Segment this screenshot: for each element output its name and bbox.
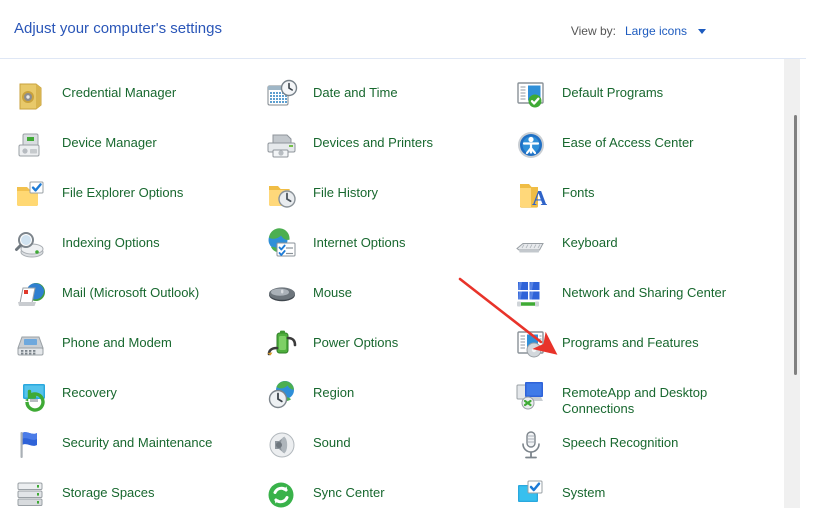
vertical-scrollbar[interactable] bbox=[784, 59, 800, 508]
cp-item-label: Mouse bbox=[313, 285, 353, 300]
default-programs-icon bbox=[514, 78, 548, 112]
cp-item-security-and-maintenance[interactable]: Security and Maintenance bbox=[14, 432, 264, 462]
cp-item-remoteapp-and-desktop-connections[interactable]: RemoteApp and Desktop Connections bbox=[514, 382, 764, 417]
cp-item-mouse[interactable]: Mouse bbox=[265, 284, 515, 312]
phone-and-modem-icon bbox=[14, 328, 48, 362]
security-flag-icon bbox=[14, 428, 48, 462]
cp-item-label: Ease of Access Center bbox=[562, 135, 694, 150]
view-by-label: View by: bbox=[570, 24, 616, 38]
svg-text:A: A bbox=[532, 186, 548, 210]
programs-and-features-icon bbox=[514, 328, 548, 362]
cp-item-label: System bbox=[562, 485, 606, 500]
cp-item-recovery[interactable]: Recovery bbox=[14, 384, 264, 412]
cp-item-label: Indexing Options bbox=[62, 235, 160, 250]
network-sharing-icon bbox=[514, 278, 548, 312]
cp-item-system[interactable]: System bbox=[514, 480, 764, 508]
mail-icon bbox=[14, 278, 48, 312]
indexing-options-icon bbox=[14, 228, 48, 262]
device-manager-icon bbox=[14, 128, 48, 162]
cp-item-label: Devices and Printers bbox=[313, 135, 433, 150]
chevron-down-icon[interactable] bbox=[698, 28, 706, 34]
mouse-icon bbox=[265, 278, 299, 312]
control-panel-item-grid: Credential Manager Device Manager File E… bbox=[0, 0, 800, 508]
cp-item-keyboard[interactable]: Keyboard bbox=[514, 234, 764, 262]
cp-item-file-explorer-options[interactable]: File Explorer Options bbox=[14, 181, 264, 212]
cp-item-ease-of-access-center[interactable]: Ease of Access Center bbox=[514, 132, 764, 162]
system-icon bbox=[514, 478, 548, 508]
region-icon bbox=[265, 378, 299, 412]
sound-icon bbox=[265, 428, 299, 462]
cp-item-network-and-sharing-center[interactable]: Network and Sharing Center bbox=[514, 282, 764, 312]
cp-item-programs-and-features[interactable]: Programs and Features bbox=[514, 331, 764, 362]
cp-item-label: Recovery bbox=[62, 385, 117, 400]
power-options-icon bbox=[265, 328, 299, 362]
cp-item-sound[interactable]: Sound bbox=[265, 432, 515, 462]
cp-item-indexing-options[interactable]: Indexing Options bbox=[14, 232, 264, 262]
cp-item-label: Internet Options bbox=[313, 235, 406, 250]
file-explorer-options-icon bbox=[14, 178, 48, 212]
remoteapp-icon bbox=[514, 378, 548, 412]
cp-item-device-manager[interactable]: Device Manager bbox=[14, 133, 264, 162]
keyboard-icon bbox=[514, 228, 548, 262]
fonts-icon: A bbox=[514, 178, 548, 212]
cp-item-label: Sync Center bbox=[313, 485, 385, 500]
page-header: Adjust your computer's settings View by:… bbox=[0, 0, 820, 58]
cp-item-label: Programs and Features bbox=[562, 335, 699, 350]
cp-item-label: File Explorer Options bbox=[62, 185, 184, 200]
cp-item-speech-recognition[interactable]: Speech Recognition bbox=[514, 431, 764, 462]
cp-item-storage-spaces[interactable]: Storage Spaces bbox=[14, 482, 264, 508]
cp-item-label: File History bbox=[313, 185, 379, 200]
cp-item-date-and-time[interactable]: Date and Time bbox=[265, 79, 515, 112]
cp-item-phone-and-modem[interactable]: Phone and Modem bbox=[14, 334, 264, 362]
devices-and-printers-icon bbox=[265, 128, 299, 162]
cp-item-devices-and-printers[interactable]: Devices and Printers bbox=[265, 134, 515, 162]
sync-center-icon bbox=[265, 478, 299, 508]
cp-item-label: Region bbox=[313, 385, 355, 400]
cp-item-label: Default Programs bbox=[562, 85, 664, 100]
control-panel-content: (Windows 7) Credential Manager Device Ma… bbox=[0, 0, 800, 508]
scrollbar-thumb[interactable] bbox=[794, 115, 797, 375]
cp-item-fonts[interactable]: A Fonts bbox=[514, 184, 764, 212]
ease-of-access-icon bbox=[514, 128, 548, 162]
header-separator bbox=[0, 58, 806, 59]
cp-item-credential-manager[interactable]: Credential Manager bbox=[14, 83, 264, 112]
cp-item-label: Network and Sharing Center bbox=[562, 285, 727, 300]
internet-options-icon bbox=[265, 228, 299, 262]
cp-item-sync-center[interactable]: Sync Center bbox=[265, 482, 515, 508]
cp-item-label: Speech Recognition bbox=[562, 435, 679, 450]
cp-item-label: Security and Maintenance bbox=[62, 435, 213, 450]
cp-item-label: Power Options bbox=[313, 335, 399, 350]
cp-item-label: Date and Time bbox=[313, 85, 398, 100]
cp-item-label: Sound bbox=[313, 435, 351, 450]
date-and-time-icon bbox=[265, 78, 299, 112]
credential-manager-icon bbox=[14, 78, 48, 112]
file-history-icon bbox=[265, 178, 299, 212]
cp-item-label: Storage Spaces bbox=[62, 485, 155, 500]
cp-item-label: Mail (Microsoft Outlook) bbox=[62, 285, 200, 300]
cp-item-power-options[interactable]: Power Options bbox=[265, 330, 515, 362]
storage-spaces-icon bbox=[14, 478, 48, 508]
cp-item-mail-microsoft-outlook[interactable]: Mail (Microsoft Outlook) bbox=[14, 283, 264, 312]
cp-item-label: Keyboard bbox=[562, 235, 618, 250]
cp-item-label: RemoteApp and Desktop Connections bbox=[562, 385, 708, 416]
cp-item-label: Device Manager bbox=[62, 135, 157, 150]
speech-recognition-icon bbox=[514, 428, 548, 462]
cp-item-label: Credential Manager bbox=[62, 85, 177, 100]
cp-item-region[interactable]: Region bbox=[265, 381, 515, 412]
cp-item-label: Fonts bbox=[562, 185, 595, 200]
view-by-control: View by: Large icons bbox=[571, 24, 706, 38]
cp-item-file-history[interactable]: File History bbox=[265, 184, 515, 212]
recovery-icon bbox=[14, 378, 48, 412]
cp-item-internet-options[interactable]: Internet Options bbox=[265, 228, 515, 262]
page-title: Adjust your computer's settings bbox=[14, 20, 222, 37]
cp-item-label: Phone and Modem bbox=[62, 335, 172, 350]
view-by-value[interactable]: Large icons bbox=[625, 24, 687, 38]
cp-item-default-programs[interactable]: Default Programs bbox=[514, 82, 764, 112]
